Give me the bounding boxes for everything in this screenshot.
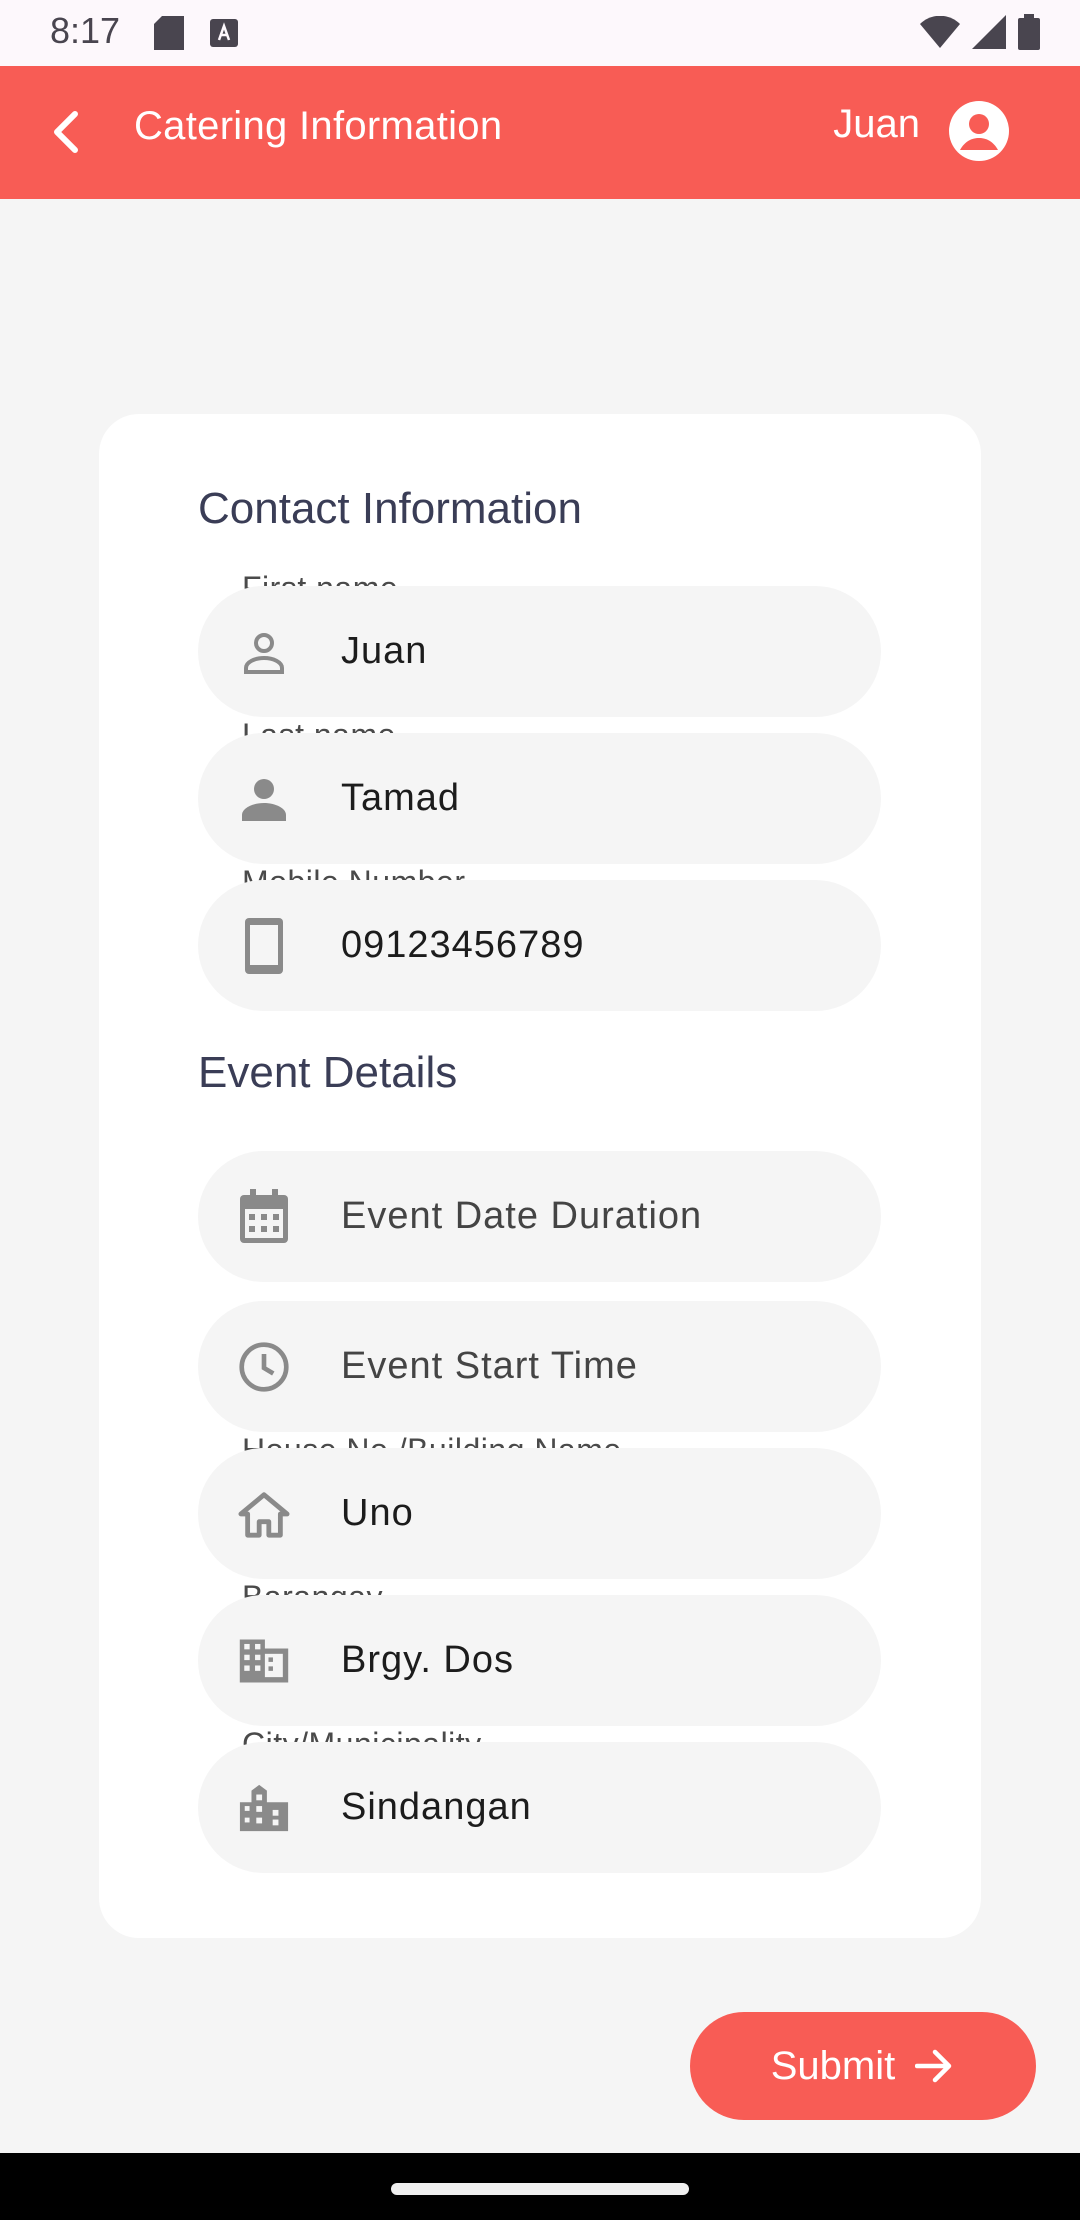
mobile-number-field[interactable]: 09123456789 (198, 880, 881, 1011)
mobile-number-value: 09123456789 (341, 924, 585, 966)
page-title: Catering Information (134, 104, 503, 148)
chevron-left-icon (54, 111, 78, 153)
person-icon (238, 773, 290, 825)
first-name-value: Juan (341, 630, 428, 672)
first-name-field[interactable]: Juan (198, 586, 881, 717)
house-icon (238, 1488, 290, 1540)
event-date-field[interactable]: Event Date Duration (198, 1151, 881, 1282)
city-value: Sindangan (341, 1786, 532, 1828)
house-field[interactable]: Uno (198, 1448, 881, 1579)
house-value: Uno (341, 1492, 414, 1534)
form-card: Contact Information First name Juan Last… (99, 414, 981, 1938)
business-icon (238, 1635, 290, 1687)
event-start-time-placeholder: Event Start Time (341, 1345, 638, 1387)
clock-icon (238, 1341, 290, 1393)
smartphone-icon (238, 918, 290, 974)
status-time: 8:17 (50, 10, 121, 51)
event-section-title: Event Details (198, 1048, 458, 1097)
user-name: Juan (833, 102, 920, 146)
calendar-icon (238, 1189, 290, 1243)
submit-button[interactable]: Submit (690, 2012, 1036, 2120)
event-start-time-field[interactable]: Event Start Time (198, 1301, 881, 1432)
system-nav-bar (0, 2153, 1080, 2220)
person-outline-icon (238, 626, 290, 678)
wifi-icon (920, 15, 960, 53)
account-button[interactable] (948, 100, 1010, 162)
back-button[interactable] (40, 106, 92, 158)
status-bar: 8:17 (0, 0, 1080, 66)
barangay-field[interactable]: Brgy. Dos (198, 1595, 881, 1726)
signal-icon (972, 15, 1006, 54)
font-a-icon (210, 19, 238, 52)
battery-icon (1018, 14, 1040, 55)
home-gesture-handle[interactable] (391, 2183, 689, 2195)
barangay-value: Brgy. Dos (341, 1639, 515, 1681)
city-icon (238, 1782, 290, 1834)
last-name-value: Tamad (341, 777, 461, 819)
event-date-placeholder: Event Date Duration (341, 1195, 703, 1237)
app-bar: Catering Information Juan (0, 66, 1080, 199)
account-circle-icon (949, 101, 1009, 161)
sd-card-icon (154, 16, 184, 55)
last-name-field[interactable]: Tamad (198, 733, 881, 864)
contact-section-title: Contact Information (198, 484, 582, 533)
arrow-right-icon (915, 2049, 952, 2083)
city-field[interactable]: Sindangan (198, 1742, 881, 1873)
submit-label: Submit (770, 2043, 896, 2088)
